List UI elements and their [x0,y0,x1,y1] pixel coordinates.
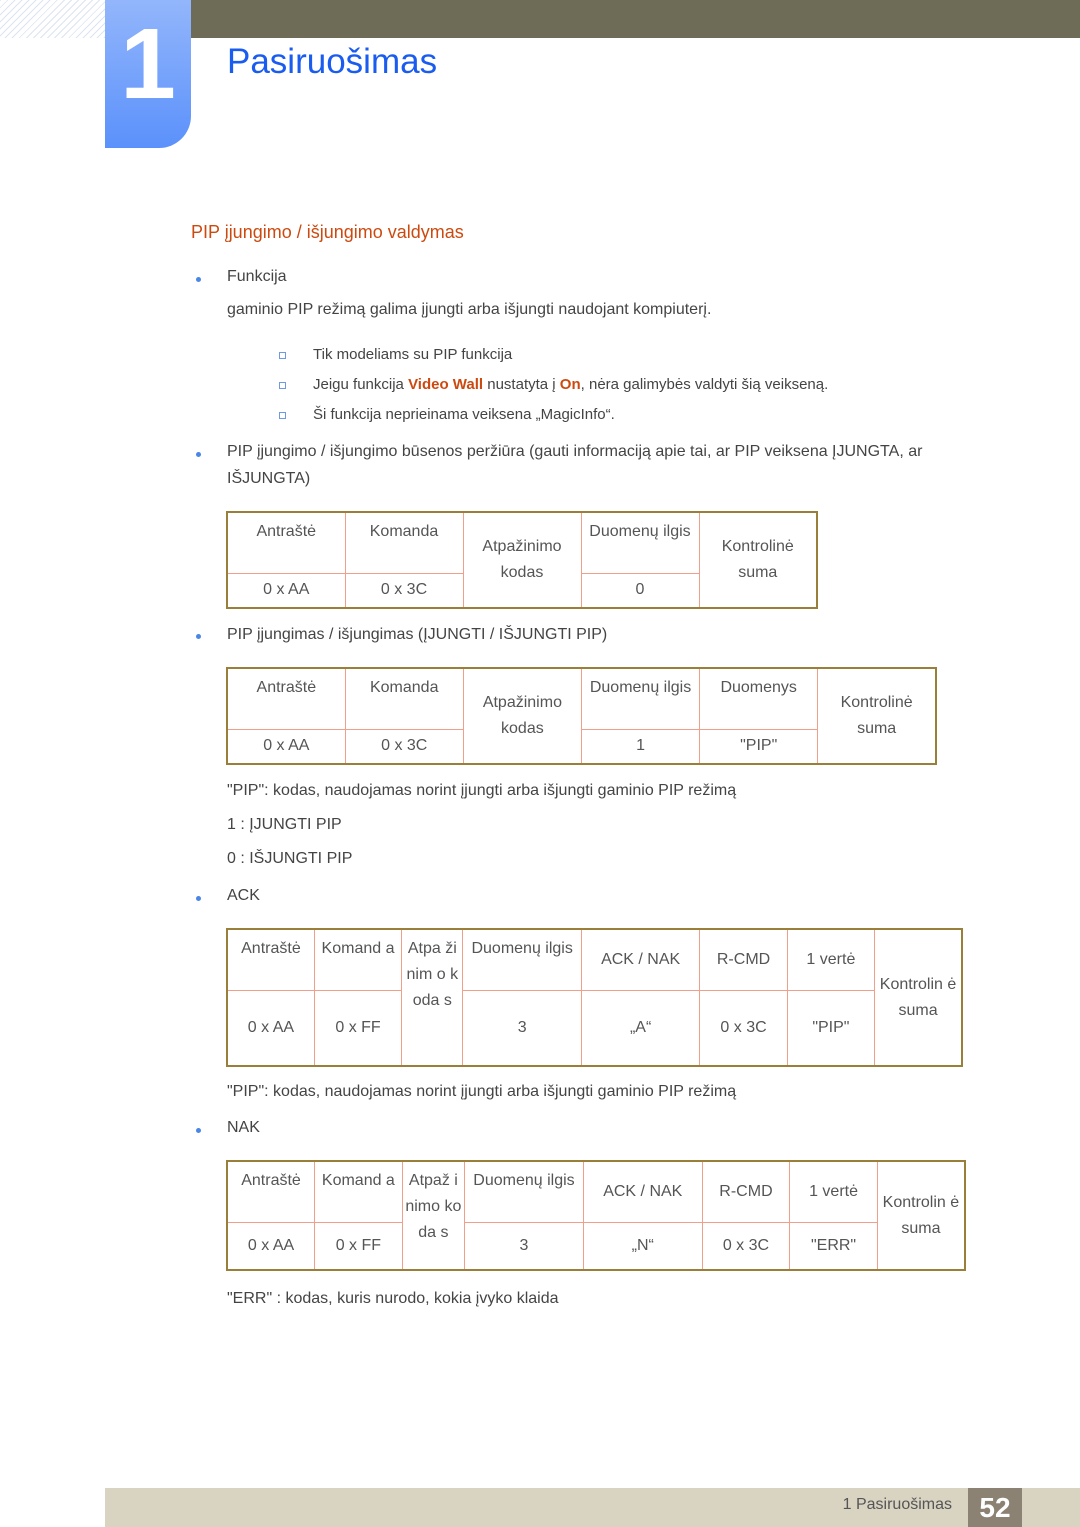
cell-command-value: 0 x 3C [344,728,464,765]
col-value1: 1 vertė [786,928,876,991]
cell-value1-value: "ERR" [789,1221,878,1271]
cell-length-value: 3 [464,1221,584,1271]
note-square-icon [279,352,286,359]
nak-label: NAK [227,1119,260,1136]
status-bullet-line2: IŠJUNGTA) [227,470,311,487]
status-command-table: Antraštė Komanda Atpažinimo kodas Duomen… [226,511,818,609]
chapter-number: 1 [120,8,176,120]
col-header: Antraštė [226,928,315,991]
col-value1: 1 vertė [789,1160,878,1223]
cell-data-value: "PIP" [699,728,819,765]
cell-command-value: 0 x FF [313,989,403,1067]
note-magicinfo: Ši funkcija neprieinama veiksena „MagicI… [313,406,615,423]
col-id-code: Atpažinimo kodas [462,511,582,609]
ack-pip-description: "PIP": kodas, naudojamas norint įjungti … [227,1083,737,1100]
page-footer: 1 Pasiruošimas 52 [105,1488,1080,1527]
cell-header-value: 0 x AA [226,989,315,1067]
col-checksum: Kontrolinė suma [817,667,937,765]
footer-chapter-label: 1 Pasiruošimas [842,1496,952,1513]
cell-value1-value: "PIP" [786,989,876,1067]
note-video-wall: Jeigu funkcija Video Wall nustatyta į On… [313,376,829,393]
col-data-length: Duomenų ilgis [580,511,700,574]
col-data-length: Duomenų ilgis [464,1160,584,1223]
bullet-icon [196,1128,201,1133]
cell-r-cmd-value: 0 x 3C [699,989,788,1067]
header-hatch-decoration [0,0,105,38]
function-label: Funkcija [227,268,287,285]
col-command: Komanda [344,667,464,730]
bullet-icon [196,277,201,282]
section-title: PIP įjungimo / išjungimo valdymas [191,222,464,242]
col-data-length: Duomenų ilgis [580,667,701,730]
cell-ack-nak-value: „A“ [580,989,701,1067]
col-command: Komanda [344,511,464,574]
function-description: gaminio PIP režimą galima įjungti arba i… [227,301,712,318]
chapter-title: Pasiruošimas [227,42,438,81]
col-data-length: Duomenų ilgis [462,928,582,991]
bullet-icon [196,452,201,457]
set-pip-description: "PIP": kodas, naudojamas norint įjungti … [227,782,737,799]
col-checksum: Kontrolin ė suma [876,1160,966,1271]
note-square-icon [279,412,286,419]
bullet-icon [196,634,201,639]
col-header: Antraštė [226,1160,316,1223]
col-command: Komand a [313,928,403,991]
set-option-on: 1 : ĮJUNGTI PIP [227,816,342,833]
cell-header-value: 0 x AA [226,572,346,609]
col-data: Duomenys [699,667,819,730]
col-id-code: Atpa žinim o koda s [401,928,464,1067]
ack-response-table: Antraštė Komand a Atpa žinim o koda s Du… [226,928,963,1067]
set-option-off: 0 : IŠJUNGTI PIP [227,850,353,867]
page-number: 52 [968,1488,1022,1527]
cell-header-value: 0 x AA [226,1221,316,1271]
set-command-table: Antraštė Komanda Atpažinimo kodas Duomen… [226,667,937,765]
status-bullet-line1: PIP įjungimo / išjungimo būsenos peržiūr… [227,443,923,460]
col-command: Komand a [314,1160,403,1223]
video-wall-term: Video Wall [408,376,484,393]
col-checksum: Kontrolin ė suma [874,928,963,1067]
col-ack-nak: ACK / NAK [582,1160,703,1223]
col-checksum: Kontrolinė suma [698,511,818,609]
col-r-cmd: R-CMD [699,928,788,991]
col-id-code: Atpaž inimo koda s [401,1160,466,1271]
cell-length-value: 0 [580,572,700,609]
cell-header-value: 0 x AA [226,728,346,765]
cell-ack-nak-value: „N“ [582,1221,703,1271]
cell-command-value: 0 x FF [314,1221,403,1271]
ack-label: ACK [227,887,260,904]
set-bullet: PIP įjungimas / išjungimas (ĮJUNGTI / IŠ… [227,626,608,643]
chapter-tab: 1 [105,0,191,148]
col-header: Antraštė [226,667,346,730]
col-header: Antraštė [226,511,346,574]
cell-command-value: 0 x 3C [344,572,464,609]
note-models: Tik modeliams su PIP funkcija [313,346,513,363]
header-bar [190,0,1080,38]
col-ack-nak: ACK / NAK [580,928,701,991]
bullet-icon [196,896,201,901]
on-term: On [559,376,581,393]
nak-err-description: "ERR" : kodas, kuris nurodo, kokia įvyko… [227,1290,559,1307]
note-square-icon [279,382,286,389]
cell-r-cmd-value: 0 x 3C [701,1221,791,1271]
col-r-cmd: R-CMD [701,1160,791,1223]
cell-length-value: 3 [462,989,582,1067]
nak-response-table: Antraštė Komand a Atpaž inimo koda s Duo… [226,1160,966,1271]
col-id-code: Atpažinimo kodas [462,667,582,765]
cell-length-value: 1 [580,728,701,765]
